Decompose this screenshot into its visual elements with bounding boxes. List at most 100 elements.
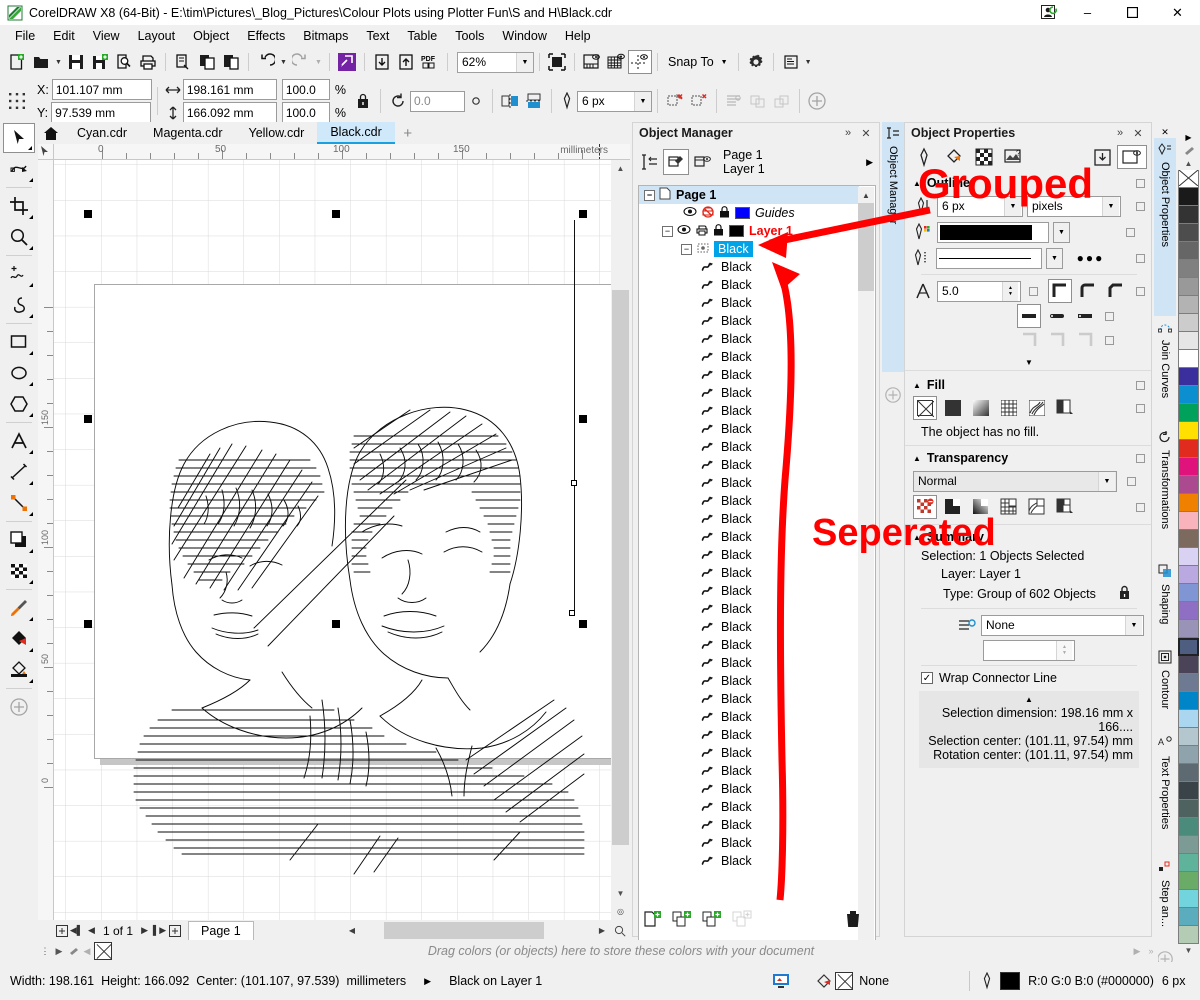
canvas-horizontal-scrollbar[interactable]: ◀ ▶ [344,921,630,940]
print-enabled-icon[interactable] [695,224,709,239]
outline-section-header[interactable]: ▲ Outline [913,173,1145,193]
guides-color-swatch[interactable] [735,207,750,219]
mirror-horizontal-icon[interactable] [498,89,522,113]
copy-icon[interactable] [195,50,219,74]
first-page-icon[interactable]: ◀▌ [69,923,84,939]
palette-swatch[interactable] [1178,602,1199,620]
print-icon[interactable] [136,50,160,74]
tree-row-curve[interactable]: Black [639,798,859,816]
transparency-texture-icon[interactable] [1025,495,1049,519]
palette-swatch[interactable] [1178,872,1199,890]
hscroll-thumb[interactable] [384,922,544,939]
account-icon[interactable] [1033,0,1065,25]
tree-row-curve[interactable]: Black [639,456,859,474]
open-dropdown-icon[interactable]: ▼ [53,51,64,73]
snap-to-button[interactable]: Snap To ▼ [663,51,733,73]
palette-scroll-up-icon[interactable]: ▲ [1178,157,1199,170]
palette-bar-left-icon[interactable]: ◀ [80,941,94,961]
tree-row-curve[interactable]: Black [639,258,859,276]
cut-icon[interactable] [171,50,195,74]
convert-outline-to-object-icon[interactable] [663,89,687,113]
outline-width-combo[interactable]: ▼ [577,91,652,112]
hscroll-zoom-icon[interactable] [612,922,628,939]
menu-edit[interactable]: Edit [44,27,84,45]
node-marker-2[interactable] [569,610,575,616]
menu-table[interactable]: Table [398,27,446,45]
delete-layer-icon[interactable] [838,906,868,932]
show-grid-icon[interactable] [604,50,628,74]
tree-row-curve[interactable]: Black [639,384,859,402]
connector-combo[interactable]: ▼ [981,615,1144,636]
palette-edit-icon[interactable] [1178,144,1199,157]
palette-bar-grip-icon[interactable]: ⋮ [38,941,52,961]
transparency-type-checkbox[interactable] [1136,503,1145,512]
show-object-properties-icon[interactable] [637,149,663,175]
tool-freehand[interactable] [3,259,35,289]
fill-vector-pattern-icon[interactable] [997,396,1021,420]
tree-row-curve[interactable]: Black [639,564,859,582]
vertical-tab-object-properties[interactable]: Object Properties [1154,138,1176,316]
menu-bitmaps[interactable]: Bitmaps [294,27,357,45]
tool-connector[interactable] [3,488,35,518]
hscroll-right-icon[interactable]: ▶ [594,922,610,939]
hscroll-left-icon[interactable]: ◀ [344,922,360,939]
tree-row-curve[interactable]: Black [639,312,859,330]
tab-bitmap-icon[interactable]: ? [999,145,1029,169]
layer-expander-icon[interactable]: − [662,226,673,237]
palette-swatch[interactable] [1178,674,1199,692]
fill-uniform-icon[interactable] [941,396,965,420]
selection-handle-br[interactable] [579,620,587,628]
palette-swatch[interactable] [1178,458,1199,476]
palette-swatch[interactable] [1178,710,1199,728]
vertical-tab-text-properties[interactable]: A Text Properties [1154,732,1176,856]
add-toolbar-item-icon[interactable] [805,89,829,113]
transparency-uniform-icon[interactable] [941,495,965,519]
palette-scroll-down-icon[interactable]: ▼ [1178,944,1199,957]
transparency-none-icon[interactable] [913,495,937,519]
fill-texture-icon[interactable] [1025,396,1049,420]
palette-swatch[interactable] [1178,836,1199,854]
menu-view[interactable]: View [84,27,129,45]
outline-units-combo[interactable]: ▼ [1027,196,1121,217]
palette-swatch[interactable] [1178,188,1199,206]
connector-caret-icon[interactable]: ▼ [1125,616,1142,635]
transparency-fountain-icon[interactable] [969,495,993,519]
cap-extended-icon[interactable] [1073,304,1097,328]
layer-color-swatch[interactable] [729,225,744,237]
tab-fill-icon[interactable] [939,145,969,169]
last-page-icon[interactable]: ▌▶ [152,923,167,939]
tab-transparency-icon[interactable] [969,145,999,169]
tree-row-curve[interactable]: Black [639,834,859,852]
fill-section-checkbox[interactable] [1136,381,1145,390]
y-position-field[interactable]: 97.539 mm [51,102,151,123]
tree-row-curve[interactable]: Black [639,582,859,600]
wrap-connector-checkbox[interactable]: ✓ [921,672,933,684]
wrap-connector-row[interactable]: ✓ Wrap Connector Line [913,669,1145,687]
zoom-dropdown-icon[interactable]: ▼ [516,53,533,72]
outline-width-checkbox[interactable] [1136,202,1145,211]
tree-row-curve[interactable]: Black [639,492,859,510]
outline-style-checkbox[interactable] [1136,254,1145,263]
eye-visible-icon[interactable] [683,206,697,220]
status-expand-icon[interactable]: ▶ [424,976,431,987]
palette-swatch[interactable] [1178,890,1199,908]
tool-shape[interactable] [3,154,35,184]
palette-swatch[interactable] [1178,242,1199,260]
palette-swatch[interactable] [1178,656,1199,674]
lock-icon[interactable] [719,206,730,221]
palette-swatch[interactable] [1178,764,1199,782]
transparency-mode-combo[interactable]: ▼ [913,471,1117,492]
doc-tab-cyan[interactable]: Cyan.cdr [64,122,140,144]
toggle-properties-panel-icon[interactable] [1117,145,1147,169]
fullscreen-preview-icon[interactable] [545,50,569,74]
outline-color-checkbox[interactable] [1126,228,1135,237]
tree-row-curve[interactable]: Black [639,618,859,636]
page-expander-icon[interactable]: − [644,190,655,201]
vertical-tab-object-manager[interactable]: Object Manager [882,122,904,372]
scale-width-field[interactable]: 100.0 [282,79,330,100]
palette-swatch[interactable] [1178,440,1199,458]
tree-row-curve[interactable]: Black [639,672,859,690]
undo-icon[interactable] [254,50,278,74]
outline-color-swatch[interactable] [940,225,1032,240]
next-page-icon[interactable]: ▶ [137,923,152,939]
